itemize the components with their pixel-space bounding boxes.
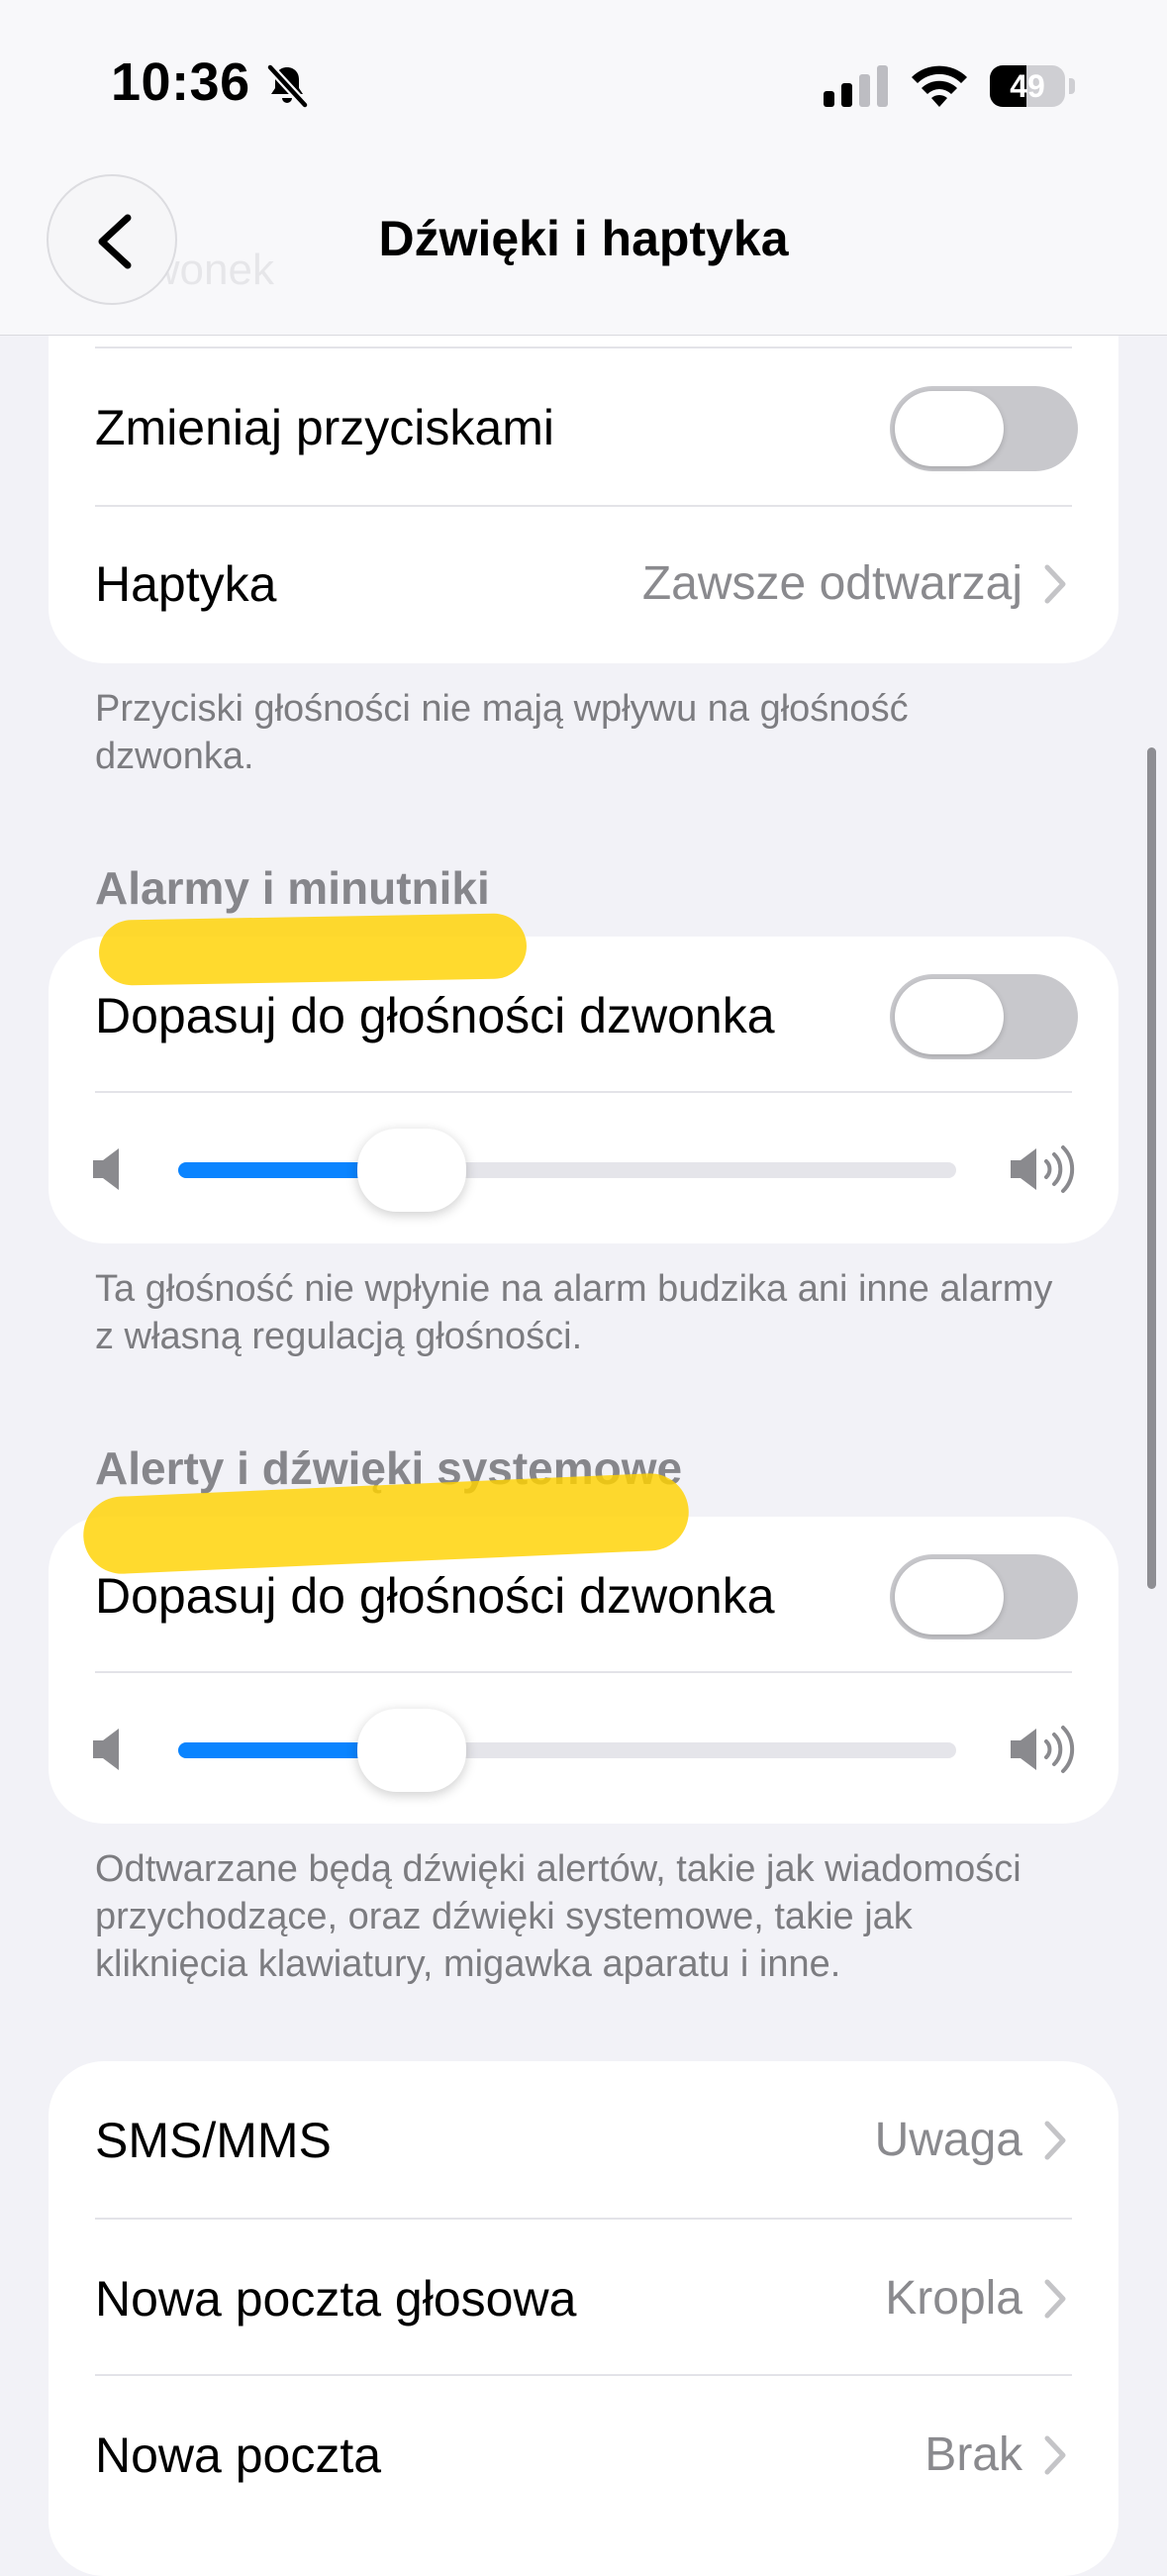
chevron-right-icon	[1044, 2279, 1066, 2319]
navigation-bar: 10:36 49 Dzwonek Dźwięki i haptyka	[0, 0, 1167, 336]
row-value: Brak	[924, 2428, 1022, 2481]
section-header-alarms: Alarmy i minutniki	[95, 862, 490, 914]
volume-high-icon	[1011, 1726, 1075, 1773]
alarms-match-ringer-toggle[interactable]	[890, 974, 1078, 1059]
cellular-signal-icon	[824, 65, 888, 107]
row-value: Zawsze odtwarzaj	[641, 557, 1022, 610]
change-with-buttons-toggle[interactable]	[890, 386, 1078, 471]
chevron-right-icon	[1044, 2121, 1066, 2160]
row-label: Haptyka	[95, 556, 277, 612]
slider-thumb[interactable]	[356, 1709, 466, 1792]
row-value: Uwaga	[874, 2114, 1022, 2166]
sound-row-sms[interactable]: SMS/MMS Uwaga	[95, 2061, 1072, 2220]
alerts-volume-slider-row	[93, 1675, 1075, 1824]
change-with-buttons-row[interactable]: Zmieniaj przyciskami	[95, 348, 1078, 507]
haptics-row[interactable]: Haptyka Zawsze odtwarzaj	[95, 505, 1072, 663]
chevron-right-icon	[1044, 564, 1066, 604]
battery-icon: 49	[990, 65, 1077, 107]
sound-row-new-mail[interactable]: Nowa poczta Brak	[95, 2376, 1072, 2534]
row-value: Kropla	[885, 2272, 1022, 2325]
alarms-footnote: Ta głośność nie wpłynie na alarm budzika…	[95, 1268, 1053, 1357]
row-label: Nowa poczta	[95, 2427, 382, 2483]
volume-high-icon	[1011, 1145, 1075, 1193]
volume-low-icon	[93, 1148, 119, 1190]
sounds-card: SMS/MMS Uwaga Nowa poczta głosowa Kropla…	[49, 2061, 1118, 2576]
row-label: SMS/MMS	[95, 2113, 332, 2168]
chevron-right-icon	[1044, 2435, 1066, 2475]
wifi-icon	[912, 65, 967, 107]
battery-level: 49	[1010, 68, 1045, 104]
status-time: 10:36	[111, 52, 250, 112]
sound-row-new-voicemail[interactable]: Nowa poczta głosowa Kropla	[95, 2220, 1072, 2378]
highlighter-mark	[98, 913, 528, 986]
alerts-footnote: Odtwarzane będą dźwięki alertów, takie j…	[95, 1848, 1021, 1985]
alarms-volume-slider-row	[93, 1095, 1075, 1243]
alerts-match-ringer-toggle[interactable]	[890, 1554, 1078, 1639]
row-label: Zmieniaj przyciskami	[95, 400, 554, 455]
alarms-volume-slider[interactable]	[178, 1129, 956, 1212]
alerts-volume-slider[interactable]	[178, 1709, 956, 1792]
volume-low-icon	[93, 1729, 119, 1770]
divider	[95, 1091, 1072, 1093]
page-title: Dźwięki i haptyka	[378, 211, 789, 266]
divider	[95, 1671, 1072, 1673]
volume-buttons-footnote: Przyciski głośności nie mają wpływu na g…	[95, 688, 909, 777]
slider-thumb[interactable]	[356, 1129, 466, 1212]
scrollbar[interactable]	[1147, 747, 1156, 1589]
silent-bell-icon	[266, 63, 309, 109]
row-label: Nowa poczta głosowa	[95, 2271, 577, 2327]
